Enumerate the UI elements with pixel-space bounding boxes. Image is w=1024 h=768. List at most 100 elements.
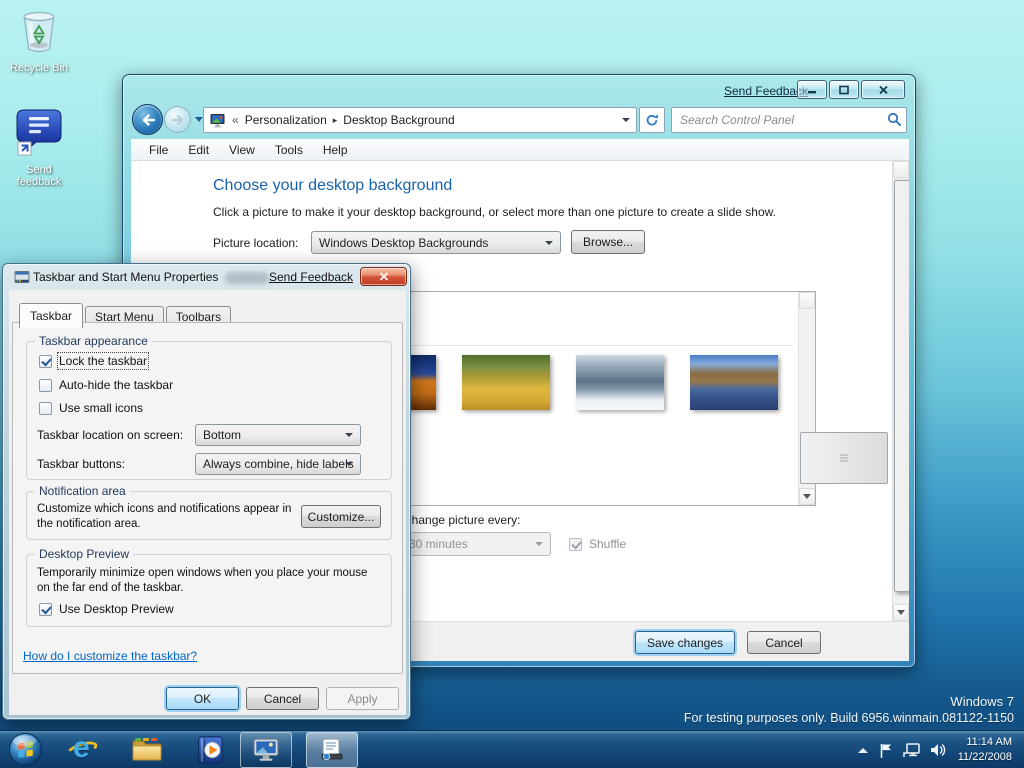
close-button[interactable] xyxy=(360,267,407,286)
browse-button[interactable]: Browse... xyxy=(571,230,645,254)
apply-label: Apply xyxy=(347,692,377,706)
lock-taskbar-label: Lock the taskbar xyxy=(59,354,147,368)
watermark-build-string: For testing purposes only. Build 6956.wi… xyxy=(684,710,1014,727)
address-bar[interactable]: « Personalization ▸ Desktop Background xyxy=(203,107,637,133)
scroll-up-button[interactable] xyxy=(799,292,815,309)
clock[interactable]: 11:14 AM 11/22/2008 xyxy=(958,735,1012,765)
menu-view[interactable]: View xyxy=(219,140,265,160)
breadcrumb-overflow-chevron[interactable]: « xyxy=(232,113,239,127)
send-feedback-link[interactable]: Send Feedback xyxy=(269,270,353,284)
action-center-flag-icon[interactable] xyxy=(878,742,894,759)
chevron-down-icon xyxy=(345,462,353,466)
scroll-up-button[interactable] xyxy=(893,161,909,178)
taskbar-location-value: Bottom xyxy=(203,428,241,442)
menu-edit[interactable]: Edit xyxy=(178,140,219,160)
taskbar-buttons-select[interactable]: Always combine, hide labels xyxy=(195,453,361,475)
notification-area-group: Notification area Customize which icons … xyxy=(26,491,392,540)
small-icons-checkbox[interactable] xyxy=(39,402,52,415)
taskbar-button-personalization[interactable] xyxy=(240,732,292,768)
recycle-bin-icon xyxy=(0,8,78,59)
page-title: Choose your desktop background xyxy=(213,177,452,195)
clock-date: 11/22/2008 xyxy=(958,750,1012,765)
menu-file[interactable]: File xyxy=(139,140,178,160)
picture-location-select[interactable]: Windows Desktop Backgrounds xyxy=(311,231,561,254)
shuffle-label: Shuffle xyxy=(589,537,626,551)
customize-button[interactable]: Customize... xyxy=(301,505,381,528)
scroll-down-button[interactable] xyxy=(893,604,909,621)
breadcrumb-separator-icon: ▸ xyxy=(333,115,338,126)
watermark-os-name: Windows 7 xyxy=(684,693,1014,710)
ok-button[interactable]: OK xyxy=(166,687,239,710)
address-dropdown-icon[interactable] xyxy=(622,118,630,122)
apply-button[interactable]: Apply xyxy=(326,687,399,710)
menu-tools[interactable]: Tools xyxy=(265,140,313,160)
desktop-icon-label: Send feedback xyxy=(7,164,71,188)
group-title: Desktop Preview xyxy=(35,547,133,561)
back-button[interactable] xyxy=(132,104,163,135)
cancel-button[interactable]: Cancel xyxy=(246,687,319,710)
windows-explorer-icon[interactable] xyxy=(131,736,163,768)
use-desktop-preview-option[interactable]: Use Desktop Preview xyxy=(39,602,174,616)
small-icons-option[interactable]: Use small icons xyxy=(39,401,143,415)
scrollbar-thumb[interactable] xyxy=(800,432,888,484)
start-button[interactable] xyxy=(8,732,43,767)
desktop-preview-group: Desktop Preview Temporarily minimize ope… xyxy=(26,554,392,627)
taskbar-properties-icon xyxy=(14,270,30,290)
taskbar-buttons-value: Always combine, hide labels xyxy=(203,457,354,471)
taskbar-appearance-group: Taskbar appearance Lock the taskbar Auto… xyxy=(26,341,392,480)
page-scrollbar[interactable] xyxy=(892,161,909,621)
minimize-button[interactable] xyxy=(797,80,827,99)
autohide-taskbar-option[interactable]: Auto-hide the taskbar xyxy=(39,378,173,392)
taskbar-buttons-label: Taskbar buttons: xyxy=(37,457,125,471)
interval-select[interactable]: 30 minutes xyxy=(401,532,551,556)
search-icon[interactable] xyxy=(887,112,902,132)
desktop-icon-recycle-bin[interactable]: Recycle Bin xyxy=(0,8,78,74)
refresh-button[interactable] xyxy=(639,107,665,133)
search-input[interactable] xyxy=(671,107,907,133)
taskbar-location-select[interactable]: Bottom xyxy=(195,424,361,446)
group-title: Notification area xyxy=(35,484,130,498)
maximize-button[interactable] xyxy=(829,80,859,99)
autohide-taskbar-checkbox[interactable] xyxy=(39,379,52,392)
lock-taskbar-option[interactable]: Lock the taskbar xyxy=(39,354,147,368)
wallpaper-thumbnail-wheat-field[interactable] xyxy=(462,355,550,410)
scrollbar-thumb[interactable] xyxy=(894,180,909,592)
send-feedback-icon xyxy=(0,106,78,161)
recent-pages-chevron-icon[interactable] xyxy=(195,117,203,122)
breadcrumb-desktop-background[interactable]: Desktop Background xyxy=(343,113,454,127)
send-feedback-link[interactable]: Send Feedback xyxy=(724,84,808,98)
chevron-down-icon xyxy=(535,542,543,546)
title-bar[interactable]: Send Feedback xyxy=(123,75,915,103)
menu-help[interactable]: Help xyxy=(313,140,358,160)
lock-taskbar-checkbox[interactable] xyxy=(39,355,52,368)
shuffle-checkbox[interactable] xyxy=(569,538,582,551)
personalization-window-icon xyxy=(252,737,280,763)
volume-icon[interactable] xyxy=(929,742,946,758)
taskbar-button-taskbar-properties[interactable] xyxy=(306,732,358,768)
close-button[interactable] xyxy=(861,80,905,99)
maximize-icon xyxy=(838,85,850,95)
shuffle-option[interactable]: Shuffle xyxy=(569,537,626,551)
wallpaper-thumbnail-mountain-lake[interactable] xyxy=(690,355,778,410)
cancel-button[interactable]: Cancel xyxy=(747,631,821,654)
desktop-icon-send-feedback[interactable]: Send feedback xyxy=(0,106,78,188)
help-link[interactable]: How do I customize the taskbar? xyxy=(23,649,197,663)
save-changes-button[interactable]: Save changes xyxy=(635,631,735,654)
windows-orb-icon xyxy=(8,732,43,767)
tab-taskbar[interactable]: Taskbar xyxy=(19,303,83,328)
forward-button[interactable] xyxy=(164,106,191,133)
internet-explorer-icon[interactable]: e xyxy=(66,734,98,766)
cancel-label: Cancel xyxy=(765,636,802,650)
media-player-icon[interactable] xyxy=(195,735,225,768)
desktop-icon-label: Recycle Bin xyxy=(10,62,68,74)
close-icon xyxy=(878,85,889,95)
taskbar-properties-dialog: Taskbar and Start Menu Properties Send F… xyxy=(2,263,411,720)
network-icon[interactable] xyxy=(902,742,921,758)
breadcrumb-personalization[interactable]: Personalization xyxy=(245,113,327,127)
use-desktop-preview-checkbox[interactable] xyxy=(39,603,52,616)
wallpaper-thumbnail-snowy-mountains[interactable] xyxy=(576,355,664,410)
picture-location-label: Picture location: xyxy=(213,236,298,250)
show-hidden-icons-chevron[interactable] xyxy=(858,748,868,753)
scroll-down-button[interactable] xyxy=(799,488,815,505)
wallpaper-list-scrollbar[interactable] xyxy=(798,292,815,505)
